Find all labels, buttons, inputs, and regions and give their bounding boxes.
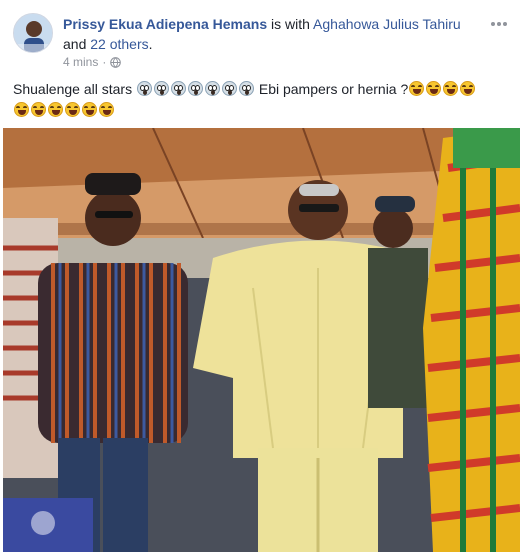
post-meta: 4 mins · — [63, 55, 122, 69]
laughing-face-emoji — [14, 102, 29, 117]
post-attribution: Prissy Ekua Adiepena Hemans is with Agha… — [63, 14, 463, 54]
feed-post: Prissy Ekua Adiepena Hemans is with Agha… — [0, 0, 523, 552]
screaming-face-emoji — [153, 81, 169, 96]
tagged-person-link[interactable]: Aghahowa Julius Tahiru — [313, 16, 461, 32]
screaming-face-emoji — [238, 81, 254, 96]
laugh-emojis-2 — [13, 102, 115, 118]
scream-emojis — [136, 81, 255, 97]
more-options-icon[interactable] — [491, 15, 513, 31]
post-header: Prissy Ekua Adiepena Hemans is with Agha… — [13, 13, 513, 69]
screaming-face-emoji — [187, 81, 203, 96]
laughing-face-emoji — [82, 102, 97, 117]
laughing-face-emoji — [443, 81, 459, 96]
author-avatar[interactable] — [13, 13, 53, 53]
screaming-face-emoji — [136, 81, 152, 96]
laughing-face-emoji — [460, 81, 476, 96]
laugh-emojis-1 — [408, 81, 476, 97]
post-text-part1: Shualenge all stars — [13, 81, 133, 97]
screaming-face-emoji — [204, 81, 220, 96]
timestamp-link[interactable]: 4 mins — [63, 55, 98, 69]
laughing-face-emoji — [65, 102, 80, 117]
post-text-part2: Ebi pampers or hernia ? — [258, 81, 409, 97]
laughing-face-emoji — [409, 81, 425, 96]
post-photo[interactable] — [3, 128, 520, 552]
meta-separator: · — [102, 55, 107, 69]
screaming-face-emoji — [170, 81, 186, 96]
laughing-face-emoji — [48, 102, 63, 117]
laughing-face-emoji — [99, 102, 114, 117]
post-text: Shualenge all stars Ebi pampers or herni… — [13, 79, 513, 121]
and-text: and — [63, 36, 91, 52]
others-link[interactable]: 22 others — [90, 36, 148, 52]
screaming-face-emoji — [221, 81, 237, 96]
laughing-face-emoji — [426, 81, 442, 96]
laughing-face-emoji — [31, 102, 46, 117]
author-name-link[interactable]: Prissy Ekua Adiepena Hemans — [63, 16, 267, 32]
globe-icon[interactable] — [110, 56, 122, 68]
period: . — [148, 36, 153, 52]
with-text: is with — [267, 16, 314, 32]
